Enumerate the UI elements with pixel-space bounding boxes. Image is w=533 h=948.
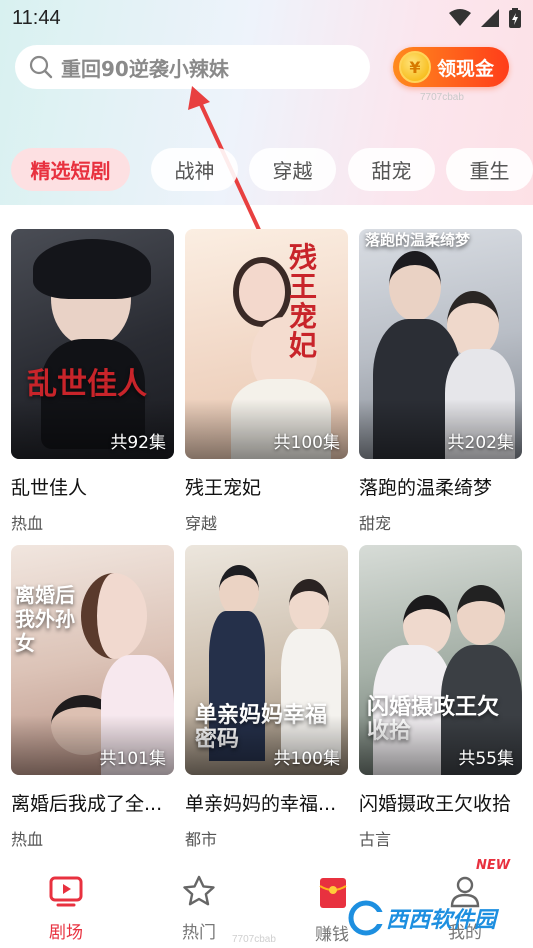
drama-card[interactable]: 闪婚摄政王欠收拾 共55集 闪婚摄政王欠收拾 古言 (359, 545, 522, 850)
drama-genre: 古言 (359, 830, 392, 849)
coin-icon: ¥ (399, 51, 431, 83)
watermark-code: 7707cbab (420, 92, 464, 103)
claim-cash-label: 领现金 (437, 57, 495, 80)
drama-title: 残王宠妃 (185, 477, 262, 499)
drama-poster[interactable]: 离婚后我外孙女 共101集 (11, 545, 174, 775)
tab-featured[interactable]: 精选短剧 (11, 148, 130, 191)
episode-count: 共100集 (273, 749, 340, 769)
site-watermark: 西西软件园 (346, 896, 526, 940)
claim-cash-button[interactable]: ¥ 领现金 (393, 47, 509, 87)
tab-label: 穿越 (272, 159, 313, 183)
poster-title-art: 落跑的温柔绮梦 (365, 231, 471, 249)
drama-title: 落跑的温柔绮梦 (359, 477, 493, 499)
episode-count: 共55集 (458, 749, 514, 769)
site-logo-icon (348, 900, 384, 936)
nav-theater[interactable]: 剧场 (26, 874, 106, 943)
drama-card[interactable]: 残王宠妃 共100集 残王宠妃 穿越 (185, 229, 348, 534)
drama-poster[interactable]: 闪婚摄政王欠收拾 共55集 (359, 545, 522, 775)
nav-label: 剧场 (49, 923, 83, 943)
new-badge: NEW (476, 858, 511, 873)
tab-label: 甜宠 (371, 159, 412, 183)
drama-genre: 都市 (185, 830, 218, 849)
episode-count: 共202集 (447, 433, 514, 453)
drama-poster[interactable]: 单亲妈妈幸福密码 共100集 (185, 545, 348, 775)
poster-title-art: 离婚后我外孙女 (15, 583, 75, 655)
nav-label: 热门 (182, 923, 216, 943)
drama-title: 离婚后我成了全... (11, 793, 163, 815)
search-placeholder: 重回90逆袭小辣妹 (61, 56, 229, 81)
star-icon (183, 875, 215, 906)
poster-title-art: 乱世佳人 (27, 367, 147, 402)
battery-icon (509, 8, 521, 28)
drama-card[interactable]: 乱世佳人 共92集 乱世佳人 热血 (11, 229, 174, 534)
status-icons (449, 8, 521, 28)
tab-label: 精选短剧 (30, 159, 111, 183)
status-time: 11:44 (12, 6, 61, 29)
drama-genre: 甜宠 (359, 514, 392, 533)
nav-hot[interactable]: 热门 (159, 874, 239, 943)
tab-time-travel[interactable]: 穿越 (249, 148, 336, 191)
drama-genre: 穿越 (185, 514, 218, 533)
drama-genre: 热血 (11, 514, 44, 533)
drama-card[interactable]: 单亲妈妈幸福密码 共100集 单亲妈妈的幸福... 都市 (185, 545, 348, 850)
tab-war-god[interactable]: 战神 (151, 148, 238, 191)
wifi-icon (449, 9, 471, 26)
drama-poster[interactable]: 落跑的温柔绮梦 共202集 (359, 229, 522, 459)
drama-poster[interactable]: 残王宠妃 共100集 (185, 229, 348, 459)
poster-title-art: 残王宠妃 (289, 241, 318, 363)
search-bar[interactable]: 重回90逆袭小辣妹 (15, 45, 370, 89)
tab-rebirth[interactable]: 重生 (446, 148, 533, 191)
status-bar: 11:44 (0, 0, 533, 36)
tv-icon (49, 876, 83, 907)
drama-genre: 热血 (11, 830, 44, 849)
episode-count: 共92集 (110, 433, 166, 453)
tab-label: 战神 (174, 159, 215, 183)
signal-icon (481, 9, 499, 27)
drama-title: 乱世佳人 (11, 477, 88, 499)
watermark-code: 7707cbab (232, 934, 276, 945)
episode-count: 共101集 (99, 749, 166, 769)
tab-label: 重生 (469, 159, 510, 183)
site-watermark-text: 西西软件园 (386, 908, 497, 933)
drama-title: 单亲妈妈的幸福... (185, 793, 337, 815)
search-icon (29, 55, 53, 79)
tab-sweet-romance[interactable]: 甜宠 (348, 148, 435, 191)
drama-poster[interactable]: 乱世佳人 共92集 (11, 229, 174, 459)
drama-card[interactable]: 离婚后我外孙女 共101集 离婚后我成了全... 热血 (11, 545, 174, 850)
drama-card[interactable]: 落跑的温柔绮梦 共202集 落跑的温柔绮梦 甜宠 (359, 229, 522, 534)
episode-count: 共100集 (273, 433, 340, 453)
drama-title: 闪婚摄政王欠收拾 (359, 793, 512, 815)
